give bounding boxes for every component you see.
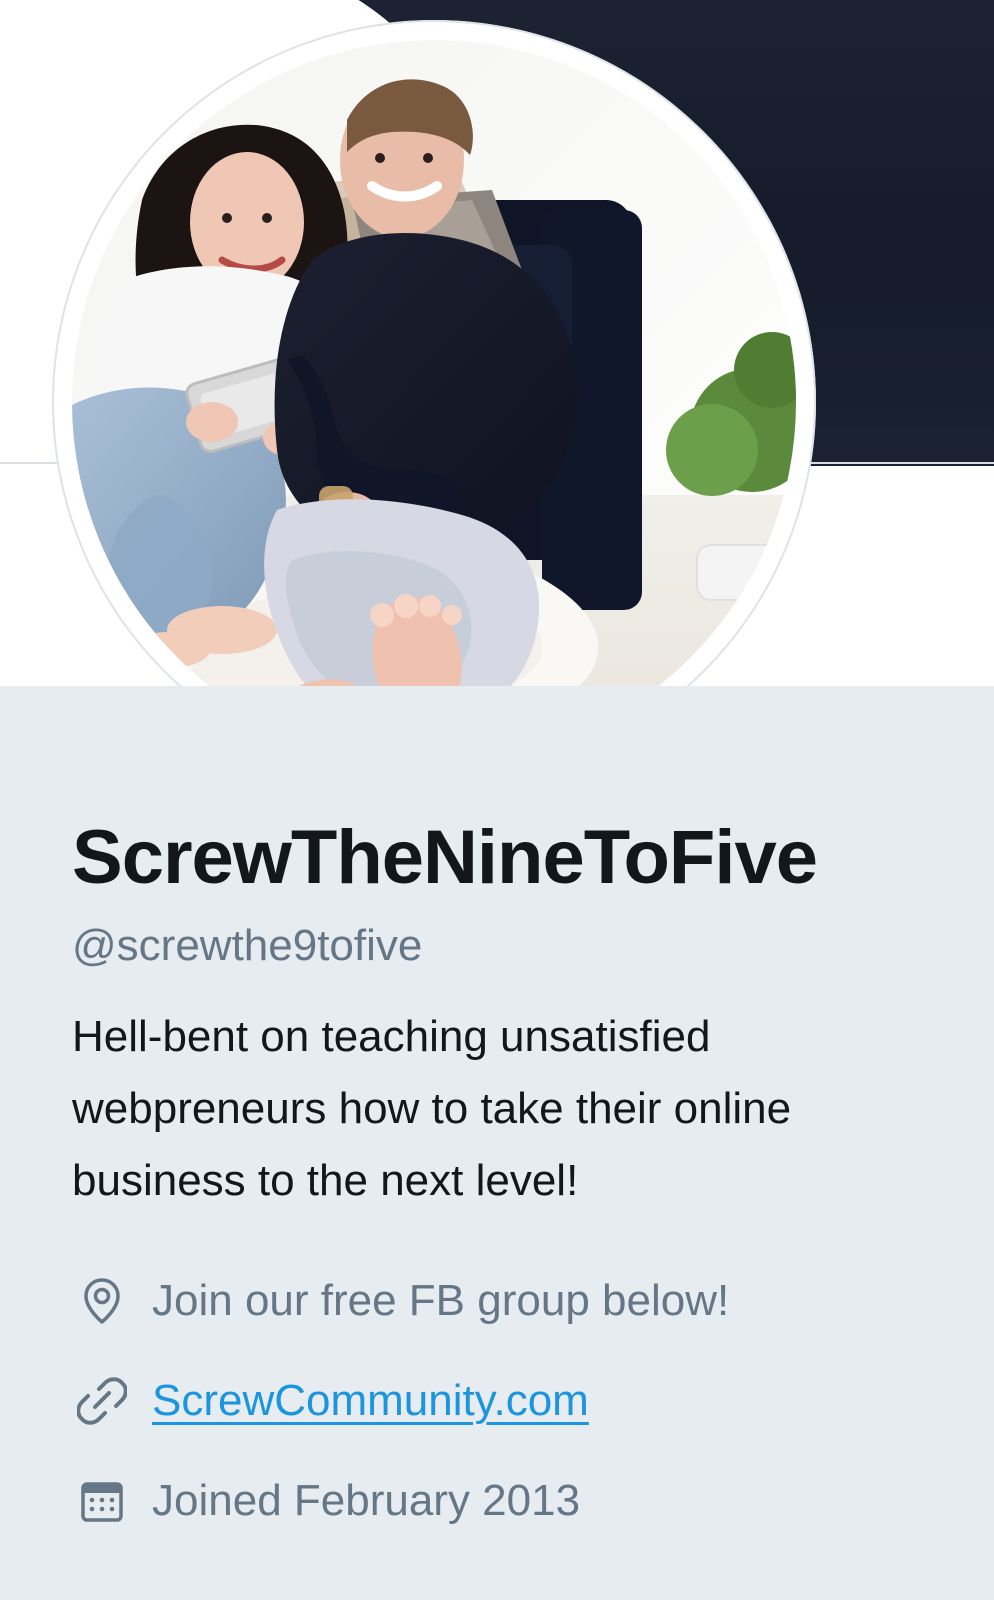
profile-bio: Hell-bent on teaching unsatisfied webpre… xyxy=(72,1012,792,1205)
profile-header xyxy=(0,0,994,686)
location-row: Join our free FB group below! xyxy=(72,1266,952,1336)
website-row: ScrewCommunity.com xyxy=(72,1366,952,1436)
profile-location: Join our free FB group below! xyxy=(152,1276,730,1325)
profile-website-link[interactable]: ScrewCommunity.com xyxy=(152,1379,589,1423)
link-icon xyxy=(72,1371,132,1431)
profile-joined-date: Joined February 2013 xyxy=(152,1476,581,1525)
joined-row: Joined February 2013 xyxy=(72,1466,952,1536)
profile-handle[interactable]: @screwthe9tofive xyxy=(72,924,422,968)
location-pin-icon xyxy=(72,1271,132,1331)
profile-info: ScrewTheNineToFive @screwthe9tofive Hell… xyxy=(0,686,994,1600)
display-name[interactable]: ScrewTheNineToFive xyxy=(72,820,818,896)
calendar-icon xyxy=(72,1471,132,1531)
